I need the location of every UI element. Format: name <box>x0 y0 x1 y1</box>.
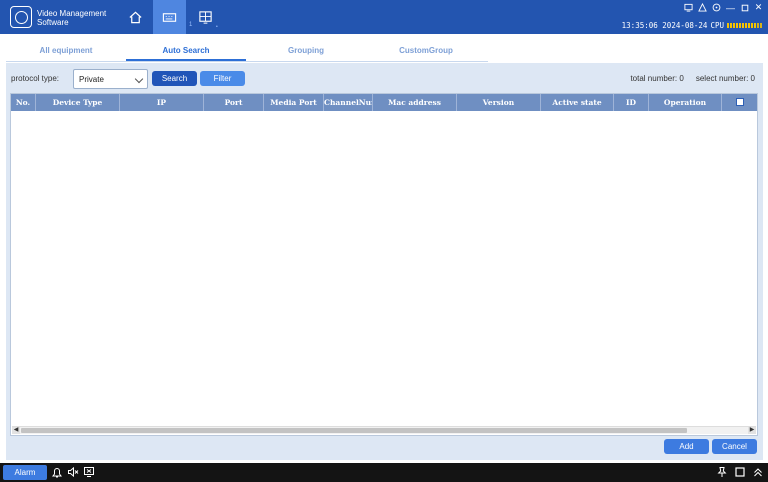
title-bar: Video Management Software 1 • — ✕ 13:35:… <box>0 0 768 34</box>
clear-screen-icon[interactable] <box>83 466 95 478</box>
cpu-label: CPU <box>710 21 724 30</box>
nav-home-button[interactable] <box>119 0 152 34</box>
datetime: 13:35:06 2024-08-24 <box>621 21 708 30</box>
bottom-right-tools <box>716 466 764 478</box>
app-logo-icon <box>10 6 32 28</box>
nav-dot: • <box>216 24 218 30</box>
column-header-id[interactable]: ID <box>614 94 649 111</box>
status-line: 13:35:06 2024-08-24 CPU <box>622 21 762 30</box>
tab-all-equipment[interactable]: All equipment <box>6 42 126 61</box>
tab-auto-search[interactable]: Auto Search <box>126 42 246 61</box>
filter-button[interactable]: Filter <box>200 71 245 86</box>
auto-search-panel: protocol type: Private Search Filter tot… <box>6 63 763 460</box>
tab-grouping[interactable]: Grouping <box>246 42 366 61</box>
alarm-button[interactable]: Alarm <box>3 465 47 480</box>
chevron-down-icon <box>134 74 144 84</box>
search-button[interactable]: Search <box>152 71 197 86</box>
nav-device-button[interactable] <box>153 0 186 34</box>
bottom-bar: Alarm <box>0 463 768 482</box>
device-counts: total number: 0 select number: 0 <box>630 74 755 83</box>
pin-icon[interactable] <box>716 466 728 478</box>
mute-icon[interactable] <box>67 466 79 478</box>
bottom-tools <box>51 466 95 478</box>
protocol-type-label: protocol type: <box>11 74 60 83</box>
column-header-channel-num[interactable]: ChannelNum <box>324 94 373 111</box>
scroll-left-arrow-icon[interactable]: ◀ <box>12 427 20 434</box>
monitor-icon[interactable] <box>683 2 694 13</box>
column-header-version[interactable]: Version <box>457 94 541 111</box>
column-header-no[interactable]: No. <box>11 94 36 111</box>
cancel-button[interactable]: Cancel <box>712 439 757 454</box>
alarm-bell-icon[interactable] <box>51 466 63 478</box>
column-header-ip[interactable]: IP <box>120 94 204 111</box>
column-header-operation[interactable]: Operation <box>649 94 722 111</box>
close-icon[interactable]: ✕ <box>753 2 764 13</box>
app-title: Video Management Software <box>37 9 107 27</box>
chevron-up-icon[interactable] <box>752 466 764 478</box>
user-icon[interactable] <box>697 2 708 13</box>
column-header-active-state[interactable]: Active state <box>541 94 614 111</box>
column-header-media-port[interactable]: Media Port <box>264 94 324 111</box>
column-header-port[interactable]: Port <box>204 94 264 111</box>
column-header-mac-address[interactable]: Mac address <box>373 94 457 111</box>
maximize-icon[interactable] <box>739 2 750 13</box>
column-header-device-type[interactable]: Device Type <box>36 94 120 111</box>
protocol-type-select[interactable]: Private <box>73 69 148 89</box>
fullscreen-icon[interactable] <box>734 466 746 478</box>
search-toolbar: protocol type: Private Search Filter tot… <box>11 69 758 89</box>
select-all-checkbox-cell <box>722 94 757 111</box>
table-header: No. Device Type IP Port Media Port Chann… <box>11 94 757 111</box>
tab-custom-group[interactable]: CustomGroup <box>366 42 486 61</box>
scrollbar-thumb[interactable] <box>21 428 687 433</box>
device-table: No. Device Type IP Port Media Port Chann… <box>10 93 758 436</box>
help-icon[interactable] <box>711 2 722 13</box>
scroll-right-arrow-icon[interactable]: ▶ <box>748 427 756 434</box>
monitor-grid-icon <box>199 10 212 24</box>
window-controls: — ✕ <box>683 2 764 13</box>
home-icon <box>129 11 142 23</box>
tab-bar: All equipment Auto Search Grouping Custo… <box>6 42 488 62</box>
protocol-type-value: Private <box>79 75 104 84</box>
cpu-usage-bar <box>727 23 762 28</box>
select-all-checkbox[interactable] <box>735 98 744 106</box>
device-keyboard-icon <box>162 12 177 22</box>
select-number: select number: 0 <box>695 74 755 83</box>
add-button[interactable]: Add <box>664 439 709 454</box>
minimize-icon[interactable]: — <box>725 2 736 13</box>
total-number: total number: 0 <box>630 74 684 83</box>
horizontal-scrollbar[interactable]: ◀ ▶ <box>12 426 756 434</box>
